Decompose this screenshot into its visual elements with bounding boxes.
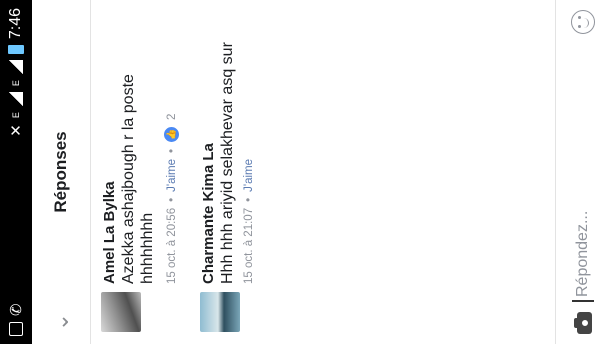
separator-dot: • [243, 197, 255, 202]
gallery-icon [9, 322, 23, 336]
signal-icon [9, 92, 23, 107]
comment-body: Charmante Kima La Hhh hhh ariyid selakhe… [200, 10, 255, 284]
like-count[interactable]: 2 [166, 114, 178, 120]
avatar[interactable] [101, 292, 141, 332]
thumbs-up-icon: 👍 [163, 125, 180, 143]
comment-body: Amel La Bylka Azekka ashajbough r la pos… [101, 10, 180, 284]
phone-screen: ✆ ✕ E E 7:46 ⌄ Réponses Amel La Bylka Az… [0, 0, 609, 344]
comment-text: Azekka ashajbough r la poste hhhhhhhh [120, 74, 156, 284]
status-bar: ✆ ✕ E E 7:46 [0, 0, 32, 344]
comment-author[interactable]: Charmante Kima La [200, 10, 218, 284]
signal-icon-2 [9, 60, 23, 75]
emoji-icon[interactable] [570, 10, 595, 34]
comment-time: 15 oct. à 21:07 [243, 207, 255, 284]
clock: 7:46 [7, 8, 24, 40]
call-icon: ✆ [8, 303, 25, 316]
battery-icon [8, 45, 24, 55]
network-label-a: E [11, 112, 21, 119]
comment-text: Hhh hhh ariyid selakhevar asq sur [219, 42, 236, 284]
reply-composer: Répondez... [555, 0, 609, 344]
comment-meta: 15 oct. à 20:56 • J'aime • 👍 2 [163, 10, 180, 284]
replies-header: ⌄ Réponses [32, 0, 91, 344]
comment-meta: 15 oct. à 21:07 • J'aime [243, 10, 255, 284]
status-right: ✕ E E 7:46 [7, 8, 25, 137]
comment-list: Amel La Bylka Azekka ashajbough r la pos… [91, 0, 255, 344]
chevron-down-icon: ⌄ [48, 312, 73, 332]
network-label-b: E [11, 80, 21, 87]
separator-dot: • [165, 148, 178, 153]
mute-icon: ✕ [8, 124, 25, 137]
comment-time: 15 oct. à 20:56 [165, 207, 178, 284]
separator-dot: • [165, 197, 178, 202]
camera-icon[interactable] [573, 312, 592, 334]
emoji-mouth [581, 18, 589, 28]
like-link[interactable]: J'aime [243, 159, 255, 192]
avatar[interactable] [200, 292, 240, 332]
back-button[interactable]: ⌄ [32, 300, 90, 344]
like-link[interactable]: J'aime [166, 159, 178, 192]
status-left: ✆ [7, 303, 25, 336]
page-title: Réponses [51, 131, 70, 213]
comment-author[interactable]: Amel La Bylka [101, 10, 119, 284]
comment-item: Amel La Bylka Azekka ashajbough r la pos… [101, 10, 180, 332]
comment-item: Charmante Kima La Hhh hhh ariyid selakhe… [200, 10, 255, 332]
reply-input[interactable]: Répondez... [571, 44, 594, 302]
camera-lens [579, 318, 590, 328]
